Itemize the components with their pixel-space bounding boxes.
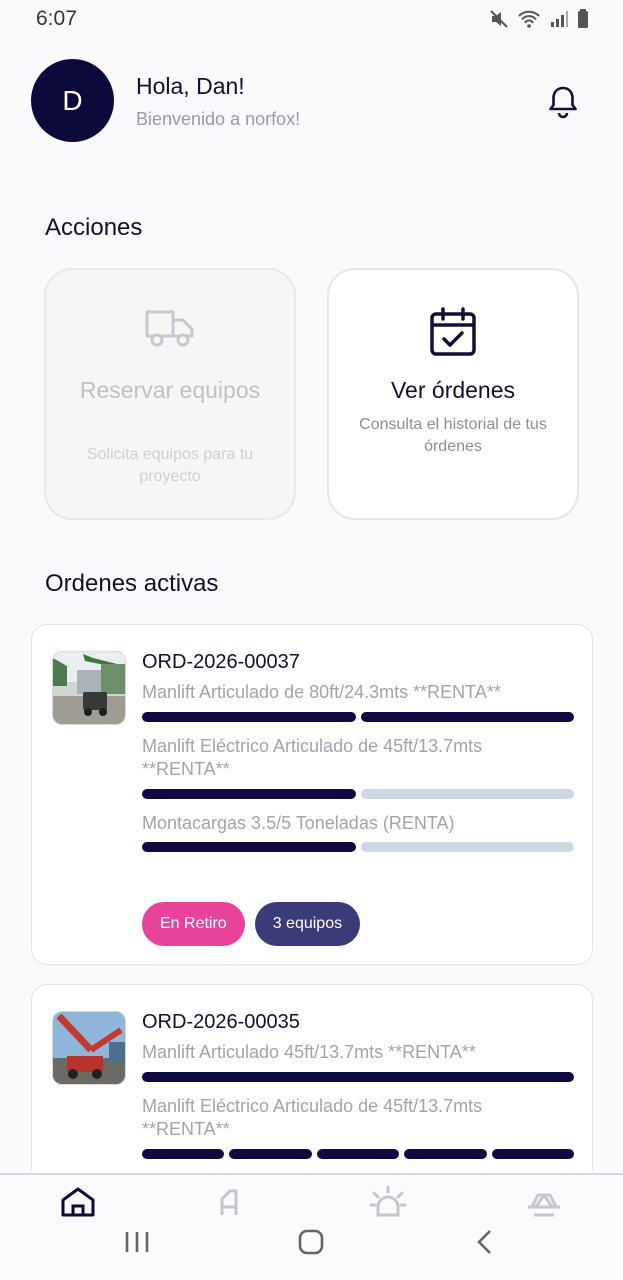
reserve-equipment-title: Reservar equipos	[79, 377, 261, 403]
nav-home-icon[interactable]	[58, 1185, 98, 1219]
order-thumbnail	[52, 651, 126, 725]
view-orders-button[interactable]: Ver órdenes Consulta el historial de tus…	[327, 268, 579, 520]
nav-equipment-icon[interactable]	[524, 1185, 564, 1219]
order-item-progress	[142, 1149, 575, 1159]
nav-orders-icon[interactable]	[212, 1185, 252, 1219]
view-orders-title: Ver órdenes	[390, 377, 516, 403]
order-id: ORD-2026-00035	[142, 1011, 300, 1033]
order-item-progress	[142, 842, 574, 852]
status-bar: 6:07	[0, 0, 623, 38]
recent-apps-icon[interactable]	[124, 1228, 150, 1261]
equipment-count-badge: 3 equipos	[254, 902, 361, 946]
order-item-progress	[142, 1072, 574, 1082]
order-item-name: Manlift Eléctrico Articulado de 45ft/13.…	[142, 1096, 483, 1139]
order-id: ORD-2026-00037	[142, 651, 300, 673]
welcome-text: Bienvenido a norfox!	[136, 109, 301, 129]
reserve-equipment-description: Solicita equipos para tu proyecto	[86, 446, 254, 485]
greeting-text: Hola, Dan!	[136, 73, 245, 99]
battery-icon	[578, 9, 588, 28]
notifications-bell-icon[interactable]	[543, 81, 583, 121]
home-button-icon[interactable]	[297, 1228, 325, 1261]
profile-header: D Hola, Dan! Bienvenido a norfox!	[31, 59, 591, 143]
order-chips: En Retiro 3 equipos	[142, 902, 361, 946]
bottom-navigation	[0, 1173, 623, 1280]
status-time: 6:07	[36, 7, 77, 30]
truck-icon	[144, 306, 196, 355]
view-orders-description: Consulta el historial de tus órdenes	[359, 416, 547, 455]
back-icon[interactable]	[474, 1228, 496, 1261]
order-card[interactable]: ORD-2026-00035 Manlift Articulado 45ft/1…	[31, 984, 593, 1184]
reserve-equipment-button[interactable]: Reservar equipos Solicita equipos para t…	[44, 268, 296, 520]
calendar-check-icon	[428, 306, 478, 363]
status-icons	[489, 9, 589, 29]
status-badge: En Retiro	[142, 902, 245, 946]
wifi-icon	[518, 10, 540, 28]
active-orders-section-title: Ordenes activas	[45, 570, 219, 597]
order-item-progress	[142, 789, 574, 799]
signal-icon	[551, 11, 568, 27]
order-card[interactable]: ORD-2026-00037 Manlift Articulado de 80f…	[31, 624, 593, 965]
avatar[interactable]: D	[31, 59, 114, 142]
nav-alert-icon[interactable]	[368, 1185, 408, 1219]
order-thumbnail	[52, 1011, 126, 1085]
mute-icon	[490, 10, 508, 28]
order-item-name: Montacargas 3.5/5 Toneladas (RENTA)	[142, 813, 455, 833]
order-item-name: Manlift Articulado 45ft/13.7mts **RENTA*…	[142, 1042, 476, 1062]
order-item-progress	[142, 712, 574, 722]
actions-section-title: Acciones	[45, 214, 143, 241]
order-item-name: Manlift Eléctrico Articulado de 45ft/13.…	[142, 736, 483, 779]
order-item-name: Manlift Articulado de 80ft/24.3mts **REN…	[142, 682, 501, 702]
